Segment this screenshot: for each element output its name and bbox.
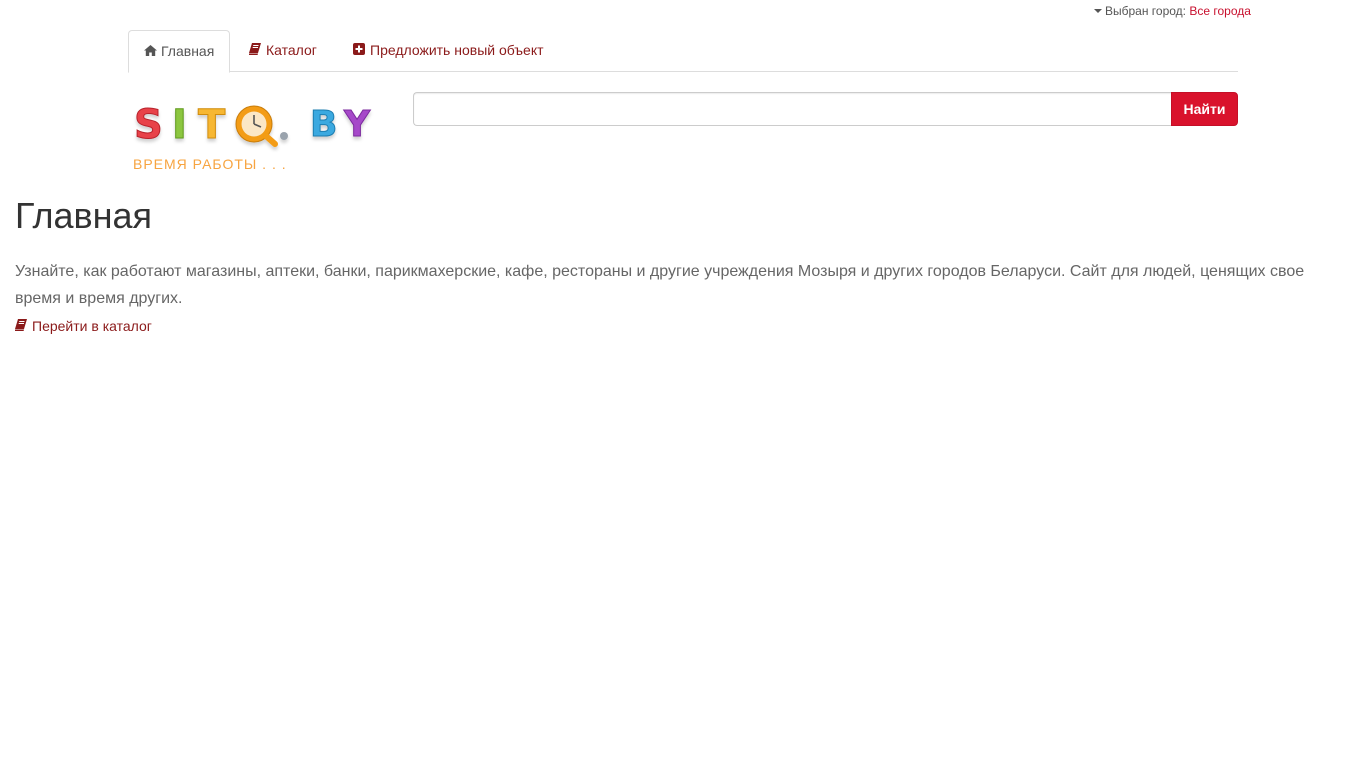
city-selector-link[interactable]: Все города [1189,4,1251,18]
svg-text:Y: Y [343,104,371,145]
page-title: Главная [15,195,153,236]
logo-graphic: S I T B Y ВРЕМЯ РАБОТЫ . . . [133,102,372,173]
svg-text:B: B [310,104,337,145]
caret-down-icon[interactable] [1094,8,1102,13]
intro-text: Узнайте, как работают магазины, аптеки, … [15,263,1305,307]
tab-catalog-label: Каталог [266,42,317,58]
plus-square-icon [353,42,367,58]
tab-home-label: Главная [161,43,215,59]
book-icon [249,42,263,58]
site-logo[interactable]: S I T B Y ВРЕМЯ РАБОТЫ . . . [132,100,382,175]
tab-home[interactable]: Главная [128,30,231,73]
svg-text:I: I [172,102,187,148]
go-to-catalog-link[interactable]: Перейти в каталог [15,318,152,334]
home-icon [144,43,158,59]
tab-suggest-object-label: Предложить новый объект [370,42,544,58]
tab-suggest-object[interactable]: Предложить новый объект [338,30,559,72]
svg-text:S: S [134,102,163,148]
search-input[interactable] [413,92,1173,126]
go-to-catalog-label: Перейти в каталог [32,318,152,334]
svg-text:T: T [198,102,226,148]
main-nav-tabs: Главная Каталог Предложить новый объект [128,30,1238,73]
city-selector-label: Выбран город: [1105,4,1187,18]
book-icon [15,318,28,334]
search-button[interactable]: Найти [1171,92,1238,126]
tab-catalog[interactable]: Каталог [234,30,332,72]
logo-tagline: ВРЕМЯ РАБОТЫ . . . [133,156,287,172]
city-selector: Выбран город: Все города [1094,4,1251,18]
